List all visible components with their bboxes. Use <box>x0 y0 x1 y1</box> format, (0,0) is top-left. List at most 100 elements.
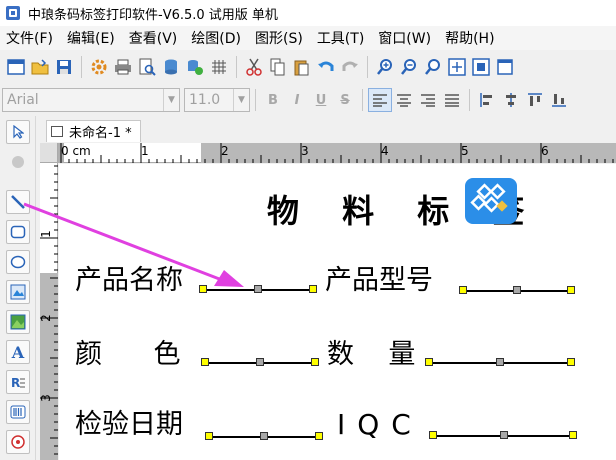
ellipse-tool-icon[interactable] <box>6 250 30 274</box>
resize-handle[interactable] <box>567 286 575 294</box>
toolbar-separator <box>362 89 363 111</box>
resize-handle[interactable] <box>260 432 268 440</box>
qrcode-tool-icon[interactable] <box>6 430 30 454</box>
chevron-down-icon[interactable]: ▼ <box>233 89 249 111</box>
field-inspection-date-label[interactable]: 检验日期 <box>75 402 183 441</box>
ruler-label-2: 2 <box>221 144 229 158</box>
resize-handle[interactable] <box>311 358 319 366</box>
copy-icon[interactable] <box>266 55 290 79</box>
barcode-tool-icon[interactable] <box>6 400 30 424</box>
resize-handle[interactable] <box>254 285 262 293</box>
redo-icon[interactable] <box>338 55 362 79</box>
picture-tool-icon[interactable] <box>6 310 30 334</box>
align-objects-top-icon[interactable] <box>523 88 547 112</box>
rectangle-tool-icon[interactable] <box>6 220 30 244</box>
font-name-value: Arial <box>7 92 39 108</box>
field-quantity-label[interactable]: 数 量 <box>327 332 415 371</box>
font-size-value: 11.0 <box>189 92 221 108</box>
justify-icon[interactable] <box>440 88 464 112</box>
label-canvas[interactable]: 物 料 标 签 产品名称 产品型号 颜 色 数 量 检验日期 IQC <box>59 164 616 460</box>
align-left-icon[interactable] <box>368 88 392 112</box>
resize-handle[interactable] <box>569 431 577 439</box>
image-tool-icon[interactable] <box>6 280 30 304</box>
ruler-ticks <box>40 165 58 455</box>
menu-help[interactable]: 帮助(H) <box>439 28 500 48</box>
database-settings-icon[interactable] <box>183 55 207 79</box>
resize-handle[interactable] <box>205 432 213 440</box>
align-objects-bottom-icon[interactable] <box>547 88 571 112</box>
menu-view[interactable]: 查看(V) <box>123 28 184 48</box>
select-pointer-icon[interactable] <box>6 120 30 144</box>
menu-draw[interactable]: 绘图(D) <box>185 28 247 48</box>
chevron-down-icon[interactable]: ▼ <box>163 89 179 111</box>
ruler-label-3: 3 <box>301 144 309 158</box>
underline-button[interactable]: U <box>309 88 333 112</box>
toolbar-separator <box>236 56 237 78</box>
field-color-label[interactable]: 颜 色 <box>75 332 181 371</box>
italic-button[interactable]: I <box>285 88 309 112</box>
ruler-label-v3: 3 <box>38 394 53 402</box>
save-icon[interactable] <box>52 55 76 79</box>
menu-shape[interactable]: 图形(S) <box>249 28 309 48</box>
resize-handle[interactable] <box>567 358 575 366</box>
align-objects-left-icon[interactable] <box>475 88 499 112</box>
resize-handle[interactable] <box>496 358 504 366</box>
grid-icon[interactable] <box>207 55 231 79</box>
ruler-label-v2: 2 <box>38 314 53 322</box>
resize-handle[interactable] <box>429 431 437 439</box>
resize-handle[interactable] <box>425 358 433 366</box>
paste-icon[interactable] <box>290 55 314 79</box>
print-icon[interactable] <box>111 55 135 79</box>
svg-text:R: R <box>11 376 20 390</box>
menu-edit[interactable]: 编辑(E) <box>61 28 121 48</box>
align-objects-center-icon[interactable] <box>499 88 523 112</box>
resize-handle[interactable] <box>459 286 467 294</box>
open-folder-icon[interactable] <box>28 55 52 79</box>
line-tool-icon[interactable] <box>6 190 30 214</box>
app-logo-icon <box>6 6 20 20</box>
pan-hand-icon[interactable] <box>6 150 30 174</box>
field-product-model-label[interactable]: 产品型号 <box>325 258 433 297</box>
zoom-fit-icon[interactable] <box>421 55 445 79</box>
rich-text-tool-icon[interactable]: R <box>6 370 30 394</box>
text-tool-icon[interactable]: A <box>6 340 30 364</box>
resize-handle[interactable] <box>315 432 323 440</box>
settings-gear-icon[interactable] <box>87 55 111 79</box>
window-icon[interactable] <box>493 55 517 79</box>
cut-icon[interactable] <box>242 55 266 79</box>
resize-handle[interactable] <box>513 286 521 294</box>
fit-page-icon[interactable] <box>445 55 469 79</box>
ruler-label-5: 5 <box>461 144 469 158</box>
window-title: 中琅条码标签打印软件-V6.5.0 试用版 单机 <box>28 7 278 23</box>
resize-handle[interactable] <box>309 285 317 293</box>
menu-tools[interactable]: 工具(T) <box>311 28 370 48</box>
resize-handle[interactable] <box>500 431 508 439</box>
menu-window[interactable]: 窗口(W) <box>372 28 437 48</box>
resize-handle[interactable] <box>201 358 209 366</box>
resize-handle[interactable] <box>256 358 264 366</box>
actual-size-icon[interactable] <box>469 55 493 79</box>
font-size-select[interactable]: 11.0 ▼ <box>184 88 250 112</box>
align-center-icon[interactable] <box>392 88 416 112</box>
undo-icon[interactable] <box>314 55 338 79</box>
align-right-icon[interactable] <box>416 88 440 112</box>
strikethrough-button[interactable]: S <box>333 88 357 112</box>
menu-file[interactable]: 文件(F) <box>0 28 59 48</box>
ruler-label-4: 4 <box>381 144 389 158</box>
ruler-label-0: 0 cm <box>61 144 91 158</box>
database-icon[interactable] <box>159 55 183 79</box>
print-preview-icon[interactable] <box>135 55 159 79</box>
field-product-name-label[interactable]: 产品名称 <box>75 258 183 297</box>
bold-button[interactable]: B <box>261 88 285 112</box>
zoom-out-icon[interactable] <box>397 55 421 79</box>
horizontal-ruler: 0 cm 1 2 3 4 5 6 <box>58 143 616 163</box>
field-iqc-label[interactable]: IQC <box>337 408 423 441</box>
tab-document[interactable]: 未命名-1 * <box>46 120 141 142</box>
font-name-select[interactable]: Arial ▼ <box>2 88 180 112</box>
resize-handle[interactable] <box>199 285 207 293</box>
zoom-in-icon[interactable] <box>373 55 397 79</box>
tool-palette: A R <box>0 116 36 460</box>
new-window-icon[interactable] <box>4 55 28 79</box>
document-icon <box>51 126 63 137</box>
toolbar-separator <box>367 56 368 78</box>
